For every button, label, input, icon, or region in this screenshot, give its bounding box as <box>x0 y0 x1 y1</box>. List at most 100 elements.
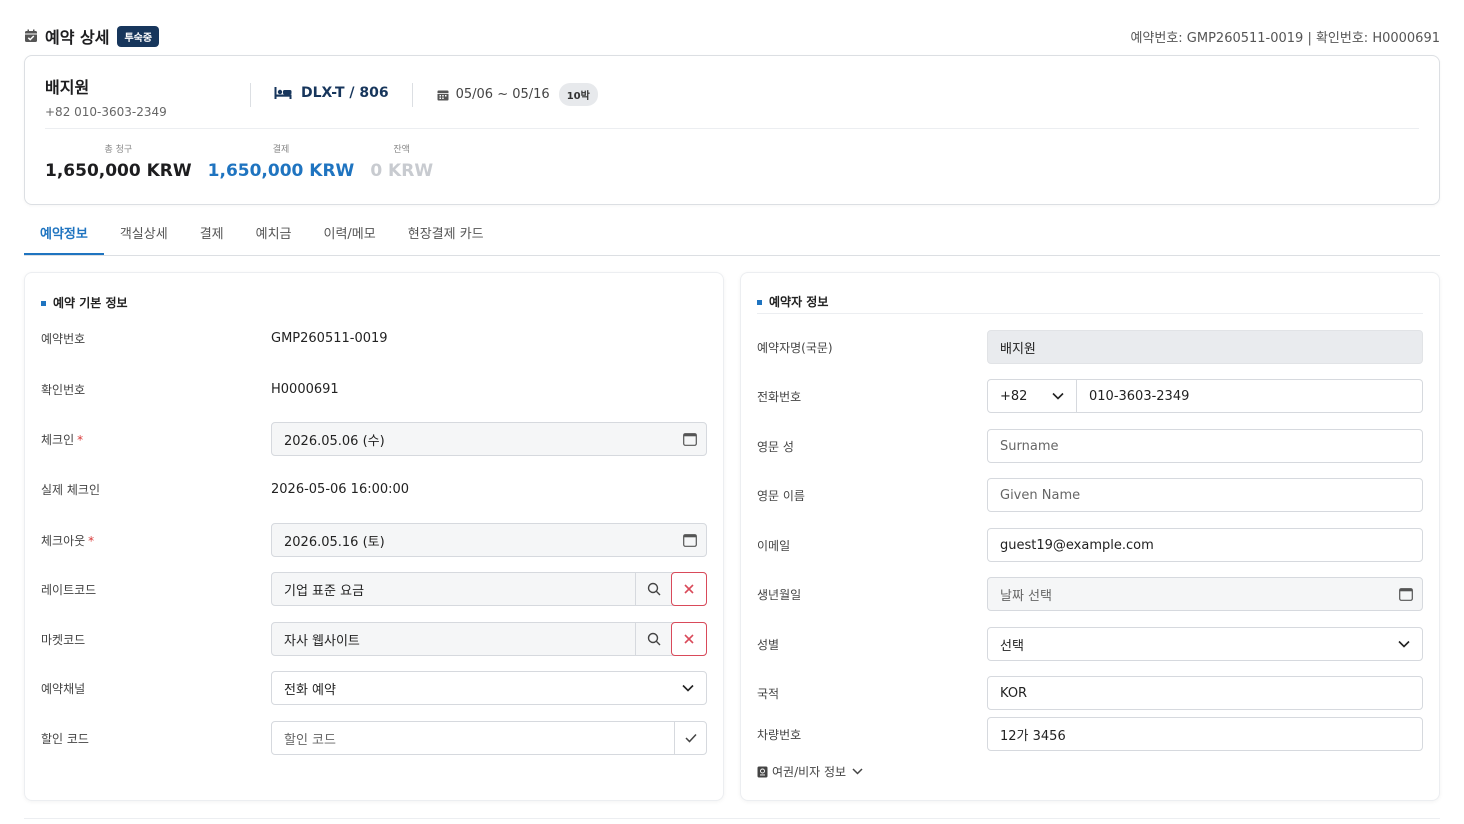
row-reservation-no: 예약번호 GMP260511-0019 <box>41 321 707 355</box>
rate-code-label: 레이트코드 <box>41 582 97 597</box>
discount-code-field[interactable]: 할인 코드 <box>271 721 707 755</box>
market-code-clear-button[interactable] <box>671 622 707 656</box>
summary-top: 배지원 +82 010-3603-2349 DLX-T / 806 05/06 … <box>45 74 1419 129</box>
phone-group: +82 010-3603-2349 <box>987 379 1423 413</box>
row-confirm-no: 확인번호 H0000691 <box>41 372 707 406</box>
balance: 잔액 0 KRW <box>370 142 433 181</box>
gender-value: 선택 <box>1000 638 1024 654</box>
surname-placeholder[interactable]: Surname <box>988 439 1422 454</box>
checkout-label: 체크아웃 * <box>41 532 271 549</box>
channel-label: 예약채널 <box>41 681 86 696</box>
row-given-name: 영문 이름 Given Name <box>757 478 1423 512</box>
birth-date-placeholder: 날짜 선택 <box>1000 588 1052 604</box>
guest-info: 배지원 +82 010-3603-2349 <box>45 74 250 119</box>
channel-select[interactable]: 전화 예약 <box>271 671 707 705</box>
birth-date-field[interactable]: 날짜 선택 <box>987 577 1423 611</box>
calendar-icon <box>437 90 449 100</box>
status-badge: 투숙중 <box>117 25 160 47</box>
checkout-label-text: 체크아웃 <box>41 533 86 548</box>
tab-onsite-card[interactable]: 현장결제 카드 <box>392 216 500 255</box>
tab-room-detail[interactable]: 객실상세 <box>104 216 184 255</box>
market-code-label: 마켓코드 <box>41 632 86 647</box>
checkin-label: 체크인 * <box>41 431 271 448</box>
nationality-label: 국적 <box>757 686 780 701</box>
row-channel: 예약채널 전화 예약 <box>41 671 707 705</box>
vehicle-label: 차량번호 <box>757 727 802 742</box>
total-charge-label: 총 청구 <box>104 145 133 155</box>
next-section-edge <box>24 818 1440 824</box>
actual-checkin-label: 실제 체크인 <box>41 482 101 497</box>
given-name-placeholder[interactable]: Given Name <box>988 488 1422 503</box>
stay-dates: 05/06 ~ 05/16 10박 <box>413 83 598 106</box>
paid-value: 1,650,000 KRW <box>207 161 355 181</box>
row-market-code: 마켓코드 자사 웹사이트 <box>41 622 707 656</box>
room-info: DLX-T / 806 <box>251 85 412 101</box>
rate-code-clear-button[interactable] <box>671 572 707 606</box>
country-code-select[interactable]: +82 <box>987 379 1077 413</box>
tab-reservation-info[interactable]: 예약정보 <box>24 216 104 255</box>
booker-name-label: 예약자명(국문) <box>757 340 833 355</box>
row-nationality: 국적 KOR <box>757 676 1423 710</box>
row-rate-code: 레이트코드 기업 표준 요금 <box>41 572 707 606</box>
chevron-down-icon <box>682 684 694 692</box>
calendar-icon[interactable] <box>1399 587 1413 601</box>
actual-checkin-value: 2026-05-06 16:00:00 <box>271 481 410 497</box>
email-input[interactable]: guest19@example.com <box>987 528 1423 562</box>
nationality-input[interactable]: KOR <box>987 676 1423 710</box>
calendar-check-icon <box>25 29 37 42</box>
tab-payment[interactable]: 결제 <box>184 216 240 255</box>
checkin-label-text: 체크인 <box>41 432 75 447</box>
checkout-date-field[interactable]: 2026.05.16 (토) <box>271 523 707 557</box>
vehicle-value: 12가 3456 <box>1000 728 1066 744</box>
given-name-input[interactable]: Given Name <box>987 478 1423 512</box>
discount-code-placeholder[interactable]: 할인 코드 <box>272 729 674 748</box>
total-charge: 총 청구 1,650,000 KRW <box>45 142 192 181</box>
search-icon <box>647 582 660 596</box>
passport-icon <box>757 766 768 777</box>
chevron-down-icon <box>1398 640 1410 648</box>
email-label: 이메일 <box>757 538 791 553</box>
checkin-date-value: 2026.05.06 (수) <box>284 433 385 449</box>
checkin-date-field[interactable]: 2026.05.06 (수) <box>271 422 707 456</box>
nationality-value: KOR <box>1000 685 1028 701</box>
calendar-icon[interactable] <box>683 533 697 547</box>
rate-code-search-button[interactable] <box>635 572 671 606</box>
required-mark: * <box>88 533 95 548</box>
bullet-icon <box>757 300 762 305</box>
page-header: 예약 상세 투숙중 예약번호: GMP260511-0019 | 확인번호: H… <box>24 24 1440 48</box>
calendar-icon[interactable] <box>683 432 697 446</box>
rate-code-field[interactable]: 기업 표준 요금 <box>271 572 707 606</box>
market-code-field[interactable]: 자사 웹사이트 <box>271 622 707 656</box>
guest-name: 배지원 <box>45 78 90 97</box>
reservation-summary-card: 배지원 +82 010-3603-2349 DLX-T / 806 05/06 … <box>24 55 1440 205</box>
paid-label: 결제 <box>272 145 290 155</box>
phone-label: 전화번호 <box>757 389 802 404</box>
bed-icon <box>274 87 292 99</box>
phone-input[interactable]: 010-3603-2349 <box>1077 379 1423 413</box>
booker-name-value: 배지원 <box>1000 341 1036 357</box>
passport-visa-toggle[interactable]: 여권/비자 정보 <box>757 763 863 780</box>
vehicle-input[interactable]: 12가 3456 <box>987 717 1423 751</box>
surname-input[interactable]: Surname <box>987 429 1423 463</box>
total-charge-value: 1,650,000 KRW <box>45 161 192 181</box>
row-gender: 성별 선택 <box>757 627 1423 661</box>
surname-label: 영문 성 <box>757 439 794 454</box>
discount-label: 할인 코드 <box>41 731 89 746</box>
paid-amount: 결제 1,650,000 KRW <box>208 142 355 181</box>
market-code-search-button[interactable] <box>635 622 671 656</box>
nights-badge: 10박 <box>558 83 598 106</box>
gender-select[interactable]: 선택 <box>987 627 1423 661</box>
given-name-label: 영문 이름 <box>757 488 805 503</box>
market-code-value: 자사 웹사이트 <box>284 633 360 649</box>
tab-deposit[interactable]: 예치금 <box>240 216 308 255</box>
bullet-icon <box>41 300 46 306</box>
panel-title-text: 예약자 정보 <box>769 295 829 309</box>
checkout-date-value: 2026.05.16 (토) <box>284 534 385 550</box>
close-icon <box>684 634 694 644</box>
discount-apply-button[interactable] <box>674 721 706 755</box>
booker-name-field[interactable]: 배지원 <box>987 330 1423 364</box>
tab-history-memo[interactable]: 이력/메모 <box>308 216 392 255</box>
balance-value: 0 KRW <box>370 161 434 181</box>
panel-title-text: 예약 기본 정보 <box>53 295 128 310</box>
row-booker-name: 예약자명(국문) 배지원 <box>757 330 1423 364</box>
